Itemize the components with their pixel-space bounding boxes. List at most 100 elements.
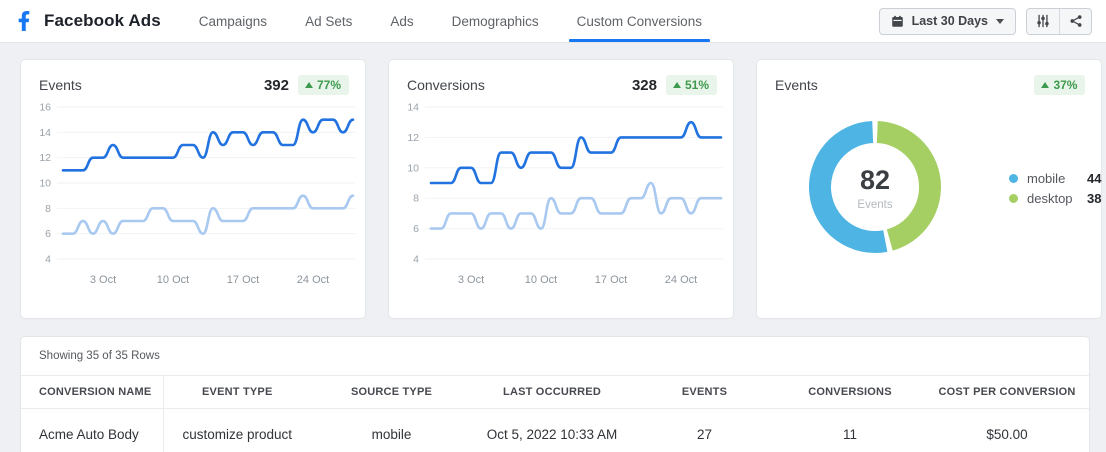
column-header-conversions[interactable]: CONVERSIONS xyxy=(777,375,923,409)
conversions-table: CONVERSION NAME EVENT TYPE SOURCE TYPE LAST… xyxy=(21,375,1091,452)
events-card-title: Events xyxy=(39,77,82,93)
y-axis-tick-label: 12 xyxy=(407,132,419,144)
conversions-total-value: 328 xyxy=(631,76,657,94)
events-change-badge: 77% xyxy=(297,75,349,95)
device-change-percent: 37% xyxy=(1053,78,1078,92)
cell-cost-per-conversion: $50.00 xyxy=(986,427,1028,442)
events-total-value: 392 xyxy=(263,76,289,94)
events-card-header: Events 392 77% xyxy=(21,60,365,95)
table-header-row: CONVERSION NAME EVENT TYPE SOURCE TYPE LAST… xyxy=(21,375,1091,409)
cell-source-type: mobile xyxy=(371,427,412,442)
filter-sliders-icon xyxy=(1037,14,1049,28)
dashboard-content: Events 392 77% 16 14 12 10 8 6 4 3 Oct 10 Oct 17 … xyxy=(0,43,1106,452)
events-by-device-card: Events 37% 82 Events mobile 44 desktop 38 xyxy=(756,59,1103,319)
x-axis-tick-label: 10 Oct xyxy=(157,274,189,286)
x-axis-tick-label: 17 Oct xyxy=(227,274,259,286)
events-card: Events 392 77% 16 14 12 10 8 6 4 3 Oct 10 Oct 17 … xyxy=(20,59,366,319)
conversions-line-chart: 14 12 10 8 6 4 3 Oct 10 Oct 17 Oct 24 Oct xyxy=(407,102,723,286)
x-axis-tick-label: 3 Oct xyxy=(458,274,484,286)
date-range-button[interactable]: Last 30 Days xyxy=(878,7,1016,35)
y-axis-tick-label: 8 xyxy=(45,203,51,215)
legend-dot-icon xyxy=(1009,173,1018,183)
y-axis-tick-label: 6 xyxy=(45,228,51,240)
tab-ad-sets[interactable]: Ad Sets xyxy=(299,0,358,42)
toolbar: Last 30 Days xyxy=(878,0,1106,42)
y-axis-tick-label: 10 xyxy=(39,178,51,190)
device-change-badge: 37% xyxy=(1034,75,1086,95)
donut-legend: mobile 44 desktop 38 xyxy=(1009,166,1101,211)
x-axis-tick-label: 3 Oct xyxy=(90,274,116,286)
top-navigation-bar: Facebook Ads Campaigns Ad Sets Ads Demograp… xyxy=(0,0,1106,43)
legend-value: 38 xyxy=(1087,190,1102,206)
filter-sliders-button[interactable] xyxy=(1027,9,1059,34)
conversions-card-title: Conversions xyxy=(407,77,485,93)
line-series-conversions-high xyxy=(429,120,723,185)
x-axis-tick-label: 24 Oct xyxy=(665,274,697,286)
share-button[interactable] xyxy=(1059,8,1091,34)
y-axis-tick-label: 14 xyxy=(407,102,419,114)
column-header-event-type[interactable]: EVENT TYPE xyxy=(163,375,311,409)
app-title: Facebook Ads xyxy=(44,11,161,30)
y-axis-tick-label: 6 xyxy=(413,223,419,235)
donut-center-label: Events xyxy=(857,199,892,211)
legend-item-mobile[interactable]: mobile 44 xyxy=(1009,171,1101,186)
column-header-last-occurred[interactable]: LAST OCCURRED xyxy=(472,375,632,409)
line-series-conversions-low xyxy=(429,181,723,230)
legend-value: 44 xyxy=(1087,170,1102,186)
donut-chart-area: 82 Events mobile 44 desktop 38 xyxy=(757,95,1101,275)
y-axis-tick-label: 10 xyxy=(407,162,419,174)
device-card-header: Events 37% xyxy=(757,60,1101,95)
table-row: Acme Auto Body customize product mobile Oct… xyxy=(21,408,1091,452)
cell-event-type: customize product xyxy=(182,427,293,442)
trend-up-icon xyxy=(304,82,313,88)
nav-tabs: Campaigns Ad Sets Ads Demographics Custom Co… xyxy=(193,0,734,42)
y-axis-tick-label: 4 xyxy=(413,254,419,266)
conversions-card-header: Conversions 328 51% xyxy=(389,60,733,95)
brand: Facebook Ads xyxy=(14,0,161,42)
tab-campaigns[interactable]: Campaigns xyxy=(193,0,273,42)
trend-up-icon xyxy=(672,82,681,88)
share-icon xyxy=(1069,15,1082,27)
donut-center-value: 82 xyxy=(860,165,890,195)
conversions-table-card: Showing 35 of 35 Rows CONVERSION NAME EVE… xyxy=(20,336,1091,452)
y-axis-tick-label: 4 xyxy=(45,254,51,266)
line-series-events-high xyxy=(61,118,355,172)
toolbar-icon-group xyxy=(1026,7,1092,35)
legend-label: mobile xyxy=(1027,170,1066,186)
line-series-events-low xyxy=(61,194,355,235)
column-header-events[interactable]: EVENTS xyxy=(632,375,777,409)
y-axis-tick-label: 14 xyxy=(39,127,51,139)
column-header-cost-per-conversion[interactable]: COST PER CONVERSION xyxy=(923,375,1091,409)
x-axis-tick-label: 17 Oct xyxy=(595,274,627,286)
chevron-down-icon xyxy=(996,18,1004,24)
row-count-status: Showing 35 of 35 Rows xyxy=(39,350,160,362)
legend-dot-icon xyxy=(1009,193,1018,203)
cell-last-occurred: Oct 5, 2022 10:33 AM xyxy=(486,427,618,442)
cell-conversions: 11 xyxy=(842,427,857,442)
x-axis-tick-label: 24 Oct xyxy=(297,274,329,286)
tab-custom-conversions[interactable]: Custom Conversions xyxy=(568,0,711,42)
conversions-change-percent: 51% xyxy=(684,78,709,92)
column-header-conversion-name[interactable]: CONVERSION NAME xyxy=(21,375,164,409)
date-range-label: Last 30 Days xyxy=(911,14,988,28)
metric-cards-row: Events 392 77% 16 14 12 10 8 6 4 3 Oct 10 Oct 17 … xyxy=(20,59,1103,319)
calendar-icon xyxy=(891,15,903,27)
trend-up-icon xyxy=(1041,82,1050,88)
events-line-chart: 16 14 12 10 8 6 4 3 Oct 10 Oct 17 Oct 24 Oct xyxy=(39,102,355,286)
column-header-source-type[interactable]: SOURCE TYPE xyxy=(311,375,472,409)
tab-demographics[interactable]: Demographics xyxy=(446,0,545,42)
legend-label: desktop xyxy=(1027,190,1073,206)
events-change-percent: 77% xyxy=(316,78,341,92)
tab-ads[interactable]: Ads xyxy=(384,0,419,42)
cell-conversion-name: Acme Auto Body xyxy=(21,408,164,452)
conversions-change-badge: 51% xyxy=(665,75,717,95)
cell-events: 27 xyxy=(696,427,713,442)
facebook-logo-icon xyxy=(18,11,30,31)
y-axis-tick-label: 8 xyxy=(413,193,419,205)
device-card-title: Events xyxy=(775,77,818,93)
legend-item-desktop[interactable]: desktop 38 xyxy=(1009,191,1101,206)
y-axis-tick-label: 12 xyxy=(39,152,51,164)
x-axis-tick-label: 10 Oct xyxy=(525,274,557,286)
conversions-card: Conversions 328 51% 14 12 10 8 6 4 3 Oct 10 Oct… xyxy=(388,59,734,319)
y-axis-tick-label: 16 xyxy=(39,102,51,114)
